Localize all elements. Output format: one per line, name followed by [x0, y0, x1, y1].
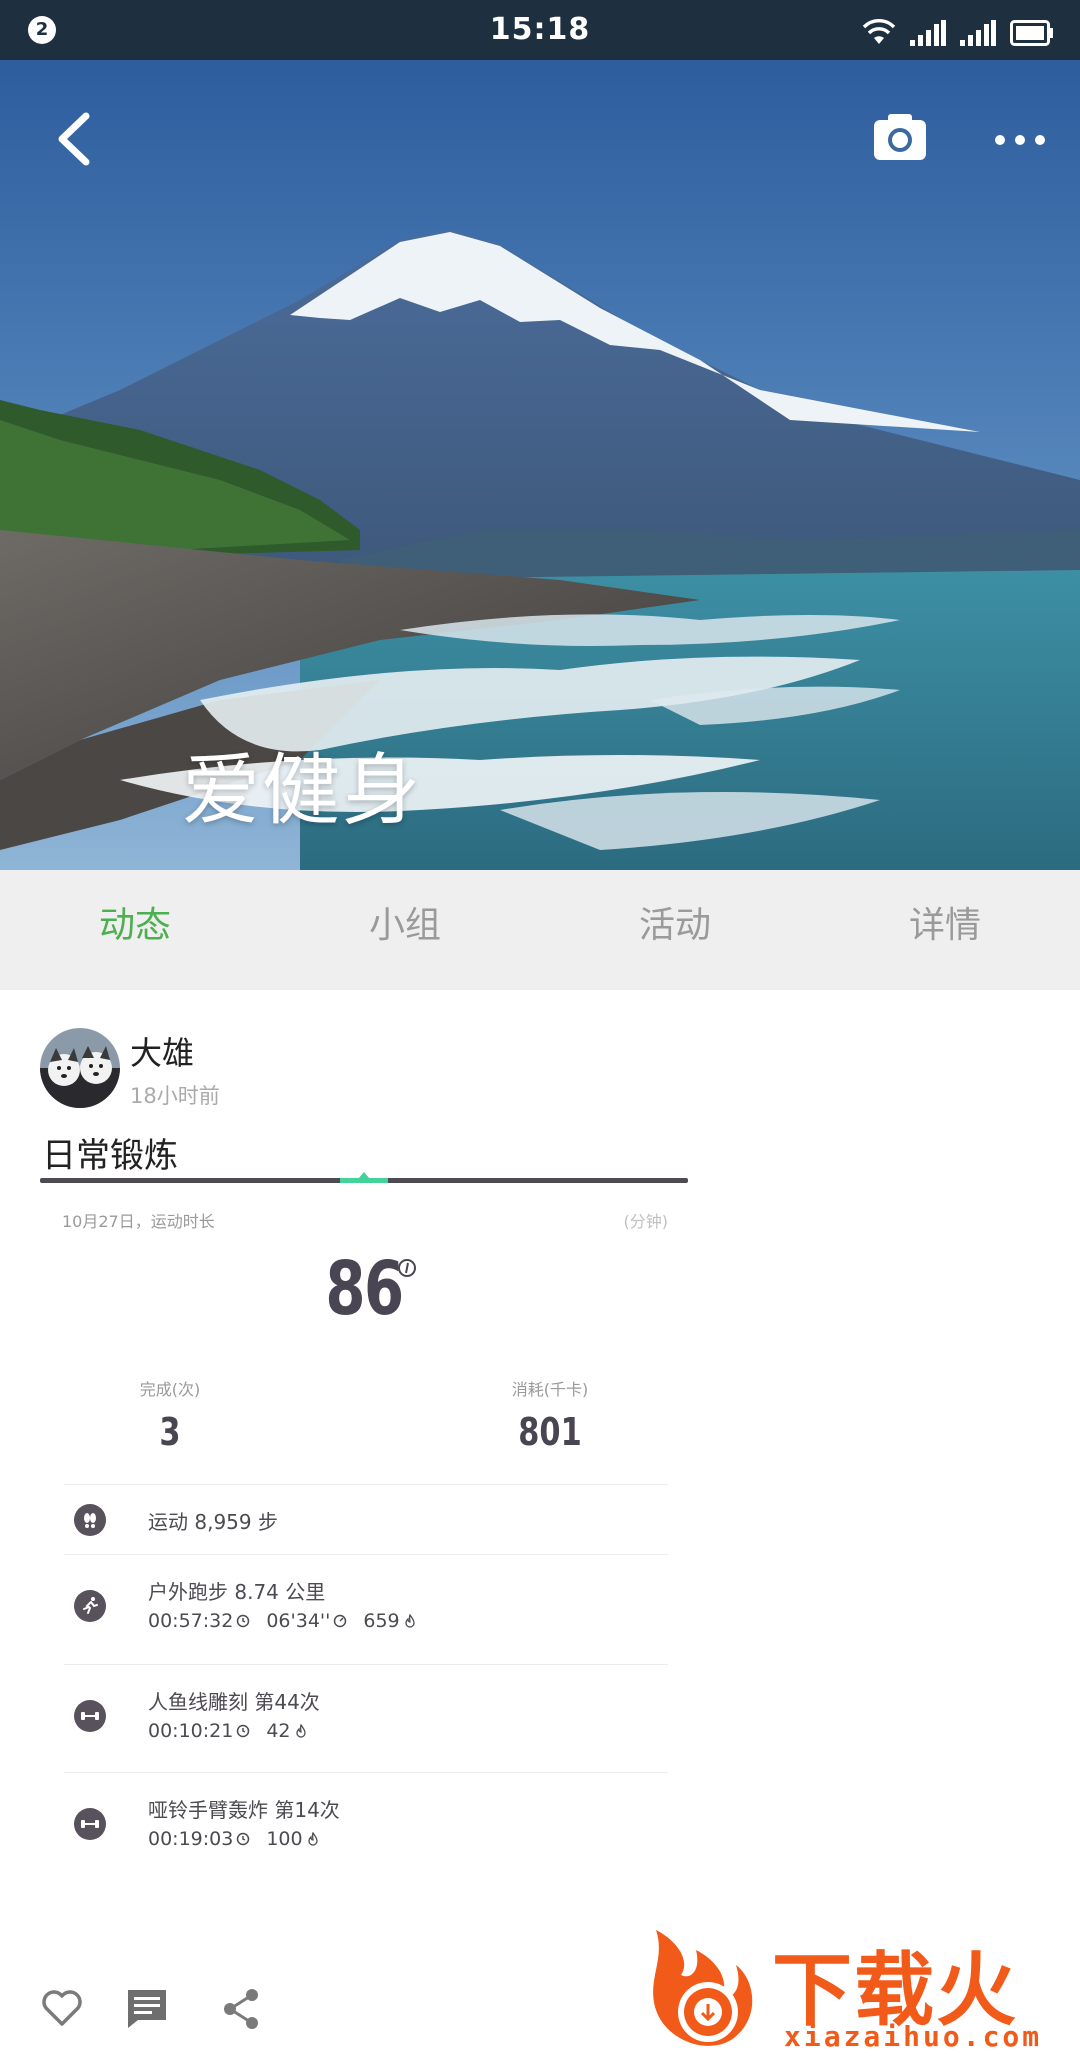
flame-icon	[404, 1614, 415, 1628]
card-date-label: 10月27日，运动时长	[62, 1212, 215, 1231]
info-icon	[398, 1259, 416, 1277]
camera-icon[interactable]	[872, 102, 928, 172]
flame-icon	[307, 1832, 318, 1846]
duration-value: 86	[325, 1246, 404, 1332]
activity-name: 哑铃手臂轰炸 第14次	[148, 1798, 340, 1822]
tab-bar: 动态 小组 活动 详情	[0, 870, 1080, 990]
hero-image	[0, 60, 1080, 870]
flame-icon	[295, 1724, 306, 1738]
watermark-url: xiazaihuo.com	[784, 2020, 1043, 2053]
activity-item[interactable]: 运动 8,959 步	[40, 1484, 688, 1556]
activity-item[interactable]: 哑铃手臂轰炸 第14次 00:19:03 100	[40, 1772, 688, 1880]
card-top-pointer	[358, 1172, 370, 1179]
activity-duration: 00:19:03	[148, 1828, 234, 1850]
post-title: 日常锻炼	[42, 1136, 178, 1176]
watermark: 下载火 xiazaihuo.com	[636, 1920, 1076, 2060]
activity-name: 运动 8,959 步	[148, 1510, 278, 1534]
post-timestamp: 18小时前	[130, 1084, 220, 1108]
like-heart-icon[interactable]	[40, 1988, 84, 2028]
tab-events[interactable]: 活动	[540, 870, 810, 990]
card-unit-label: (分钟)	[623, 1212, 669, 1231]
post-username[interactable]: 大雄	[130, 1028, 194, 1074]
activity-name: 户外跑步 8.74 公里	[148, 1580, 326, 1604]
activity-duration: 00:57:32	[148, 1610, 234, 1632]
more-options-icon[interactable]	[990, 120, 1050, 160]
activity-calories: 100	[266, 1828, 303, 1850]
signal-icon	[910, 20, 946, 46]
battery-icon	[1010, 20, 1053, 46]
activity-meta: 00:57:32 06'34'' 659	[148, 1610, 417, 1632]
tab-feed[interactable]: 动态	[0, 870, 270, 990]
activity-meta: 00:10:21 42	[148, 1720, 308, 1742]
clock-icon	[237, 1832, 250, 1846]
group-title: 爱健身	[182, 746, 423, 836]
wifi-icon	[862, 19, 896, 44]
activity-item[interactable]: 人鱼线雕刻 第44次 00:10:21 42	[40, 1664, 688, 1772]
calories-value: 801	[518, 1410, 582, 1454]
activity-calories: 42	[266, 1720, 291, 1742]
tab-groups[interactable]: 小组	[270, 870, 540, 990]
activity-duration: 00:10:21	[148, 1720, 234, 1742]
dumbbell-icon	[74, 1700, 106, 1732]
completed-count-label: 完成(次)	[139, 1380, 201, 1399]
dumbbell-icon	[74, 1808, 106, 1840]
workout-summary-card[interactable]: 10月27日，运动时长 (分钟) 86 完成(次) 3 消耗(千卡) 801 运…	[40, 1172, 688, 1880]
back-arrow-icon[interactable]	[48, 104, 108, 174]
activity-name: 人鱼线雕刻 第44次	[148, 1690, 320, 1714]
completed-count-value: 3	[159, 1410, 181, 1454]
footprint-icon	[74, 1504, 106, 1536]
status-icons	[862, 14, 1054, 46]
hero-banner: 爱健身	[0, 60, 1080, 870]
flame-logo-icon	[653, 1930, 753, 2046]
activity-calories: 659	[363, 1610, 400, 1632]
pace-icon	[334, 1614, 347, 1628]
card-top-bar	[40, 1172, 688, 1183]
status-bar: 2 15:18	[0, 0, 1080, 60]
calories-label: 消耗(千卡)	[511, 1380, 589, 1399]
clock-icon	[237, 1614, 250, 1628]
activity-item[interactable]: 户外跑步 8.74 公里 00:57:32 06'34'' 659	[40, 1554, 688, 1662]
running-icon	[74, 1590, 106, 1622]
share-icon[interactable]	[222, 1988, 260, 2030]
avatar[interactable]	[40, 1028, 120, 1108]
activity-meta: 00:19:03 100	[148, 1828, 320, 1850]
signal-icon	[960, 20, 996, 46]
clock-icon	[237, 1724, 250, 1738]
tab-details[interactable]: 详情	[810, 870, 1080, 990]
activity-pace: 06'34''	[266, 1610, 331, 1632]
comment-icon[interactable]	[126, 1988, 168, 2030]
